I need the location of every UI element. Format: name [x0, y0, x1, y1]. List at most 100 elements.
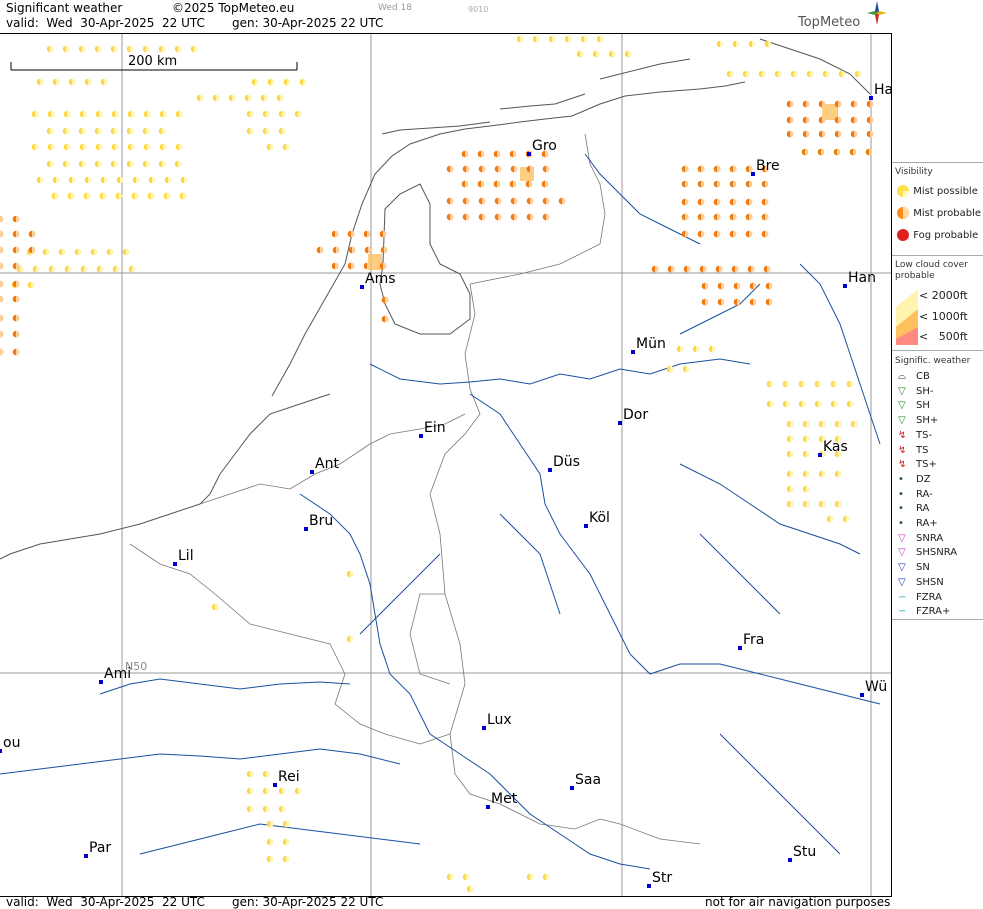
- mist-probable-marker: [478, 165, 486, 173]
- legend-label: CB: [916, 371, 930, 382]
- mist-probable-marker: [12, 280, 20, 288]
- mist-probable-marker: [866, 130, 874, 138]
- snra-symbol-icon: ▽: [898, 532, 906, 544]
- mist-possible-marker: [47, 110, 55, 118]
- mist-possible-marker: [131, 192, 139, 200]
- city-label-stu: Stu: [793, 844, 816, 860]
- mist-probable-marker: [12, 262, 20, 270]
- city-marker: [310, 470, 314, 474]
- city-marker: [818, 453, 822, 457]
- mist-probable-marker: [542, 165, 550, 173]
- code-mark: 9010: [468, 5, 489, 14]
- legend-label: FZRA: [916, 591, 942, 603]
- mist-possible-marker: [782, 400, 790, 408]
- mist-possible-marker: [143, 143, 151, 151]
- city-label-düs: Düs: [553, 454, 580, 470]
- mist-possible-marker: [732, 40, 740, 48]
- mist-possible-marker: [164, 176, 172, 184]
- scale-label: 200 km: [128, 54, 177, 69]
- mist-possible-marker: [246, 127, 254, 135]
- mist-possible-marker: [110, 127, 118, 135]
- city-label-ant: Ant: [315, 456, 339, 472]
- sig-weather-dz: • DZ: [898, 474, 931, 485]
- mist-probable-marker: [0, 314, 4, 322]
- mist-probable-marker: [331, 230, 339, 238]
- mist-possible-marker: [42, 248, 50, 256]
- shsn-symbol-icon: ▽: [898, 576, 906, 588]
- mist-possible-marker: [834, 420, 842, 428]
- mist-possible-marker: [262, 770, 270, 778]
- mist-possible-marker: [526, 873, 534, 881]
- mist-probable-marker: [651, 265, 659, 273]
- sig-weather-shsn: ▽ SHSN: [898, 577, 944, 588]
- mist-possible-marker: [74, 248, 82, 256]
- mist-possible-marker: [90, 248, 98, 256]
- legend-label: TS-: [916, 429, 933, 441]
- mist-probable-marker: [493, 150, 501, 158]
- mist-probable-marker: [379, 262, 387, 270]
- mist-probable-marker: [699, 265, 707, 273]
- mist-possible-marker: [764, 40, 772, 48]
- mist-probable-marker: [0, 246, 4, 254]
- mist-probable-marker: [701, 282, 709, 290]
- legend-divider: [892, 619, 983, 620]
- mist-probable-marker: [28, 230, 36, 238]
- mist-probable-marker: [331, 262, 339, 270]
- mist-probable-marker: [801, 148, 809, 156]
- mist-possible-marker: [67, 192, 75, 200]
- legend-mist-probable: Mist probable: [896, 206, 981, 220]
- low-cloud-swatch: [896, 289, 918, 345]
- mist-probable-marker: [493, 180, 501, 188]
- sig-weather-ra: • RA: [898, 503, 929, 514]
- city-label-par: Par: [89, 840, 111, 856]
- mist-probable-marker: [786, 100, 794, 108]
- mist-probable-marker: [510, 213, 518, 221]
- mist-possible-marker: [806, 70, 814, 78]
- mist-possible-marker: [802, 470, 810, 478]
- mist-possible-icon: [897, 185, 909, 197]
- mist-probable-marker: [542, 213, 550, 221]
- mist-probable-marker: [446, 165, 454, 173]
- mist-possible-marker: [212, 94, 220, 102]
- mist-probable-marker: [761, 198, 769, 206]
- mist-possible-marker: [27, 281, 35, 289]
- mist-probable-marker: [850, 116, 858, 124]
- mist-possible-marker: [147, 192, 155, 200]
- city-marker: [843, 284, 847, 288]
- mist-possible-marker: [58, 248, 66, 256]
- city-marker: [173, 562, 177, 566]
- mist-probable-marker: [834, 100, 842, 108]
- mist-probable-marker: [477, 150, 485, 158]
- mist-probable-marker: [850, 130, 858, 138]
- mist-possible-marker: [112, 265, 120, 273]
- mist-possible-marker: [262, 805, 270, 813]
- legend-label: SHSNRA: [916, 547, 958, 559]
- mist-possible-marker: [830, 400, 838, 408]
- mist-probable-marker: [834, 116, 842, 124]
- mist-probable-marker: [761, 230, 769, 238]
- mist-probable-marker: [745, 230, 753, 238]
- sig-weather-snra: ▽ SNRA: [898, 533, 943, 544]
- mist-probable-marker: [12, 246, 20, 254]
- city-label-rei: Rei: [278, 769, 300, 785]
- mist-possible-marker: [822, 70, 830, 78]
- mist-probable-marker: [697, 213, 705, 221]
- mist-possible-marker: [842, 515, 850, 523]
- mist-probable-marker: [462, 197, 470, 205]
- sig-weather-ts-minusplus: ↯ TS+: [898, 459, 937, 470]
- city-label-köl: Köl: [589, 510, 610, 526]
- mist-probable-marker: [316, 246, 324, 254]
- mist-possible-marker: [266, 838, 274, 846]
- mist-probable-marker: [713, 180, 721, 188]
- legend-label: SNRA: [916, 532, 944, 544]
- mist-possible-marker: [802, 450, 810, 458]
- city-label-str: Str: [652, 870, 672, 886]
- mist-possible-marker: [251, 78, 259, 86]
- mist-probable-marker: [12, 230, 20, 238]
- mist-possible-marker: [84, 78, 92, 86]
- city-marker: [869, 96, 873, 100]
- mist-probable-marker: [12, 215, 20, 223]
- weather-map[interactable]: N50 200 km Gro Bre Ha Ams Han Mün Dor Ei…: [0, 33, 893, 897]
- mist-probable-marker: [765, 282, 773, 290]
- mist-probable-marker: [446, 197, 454, 205]
